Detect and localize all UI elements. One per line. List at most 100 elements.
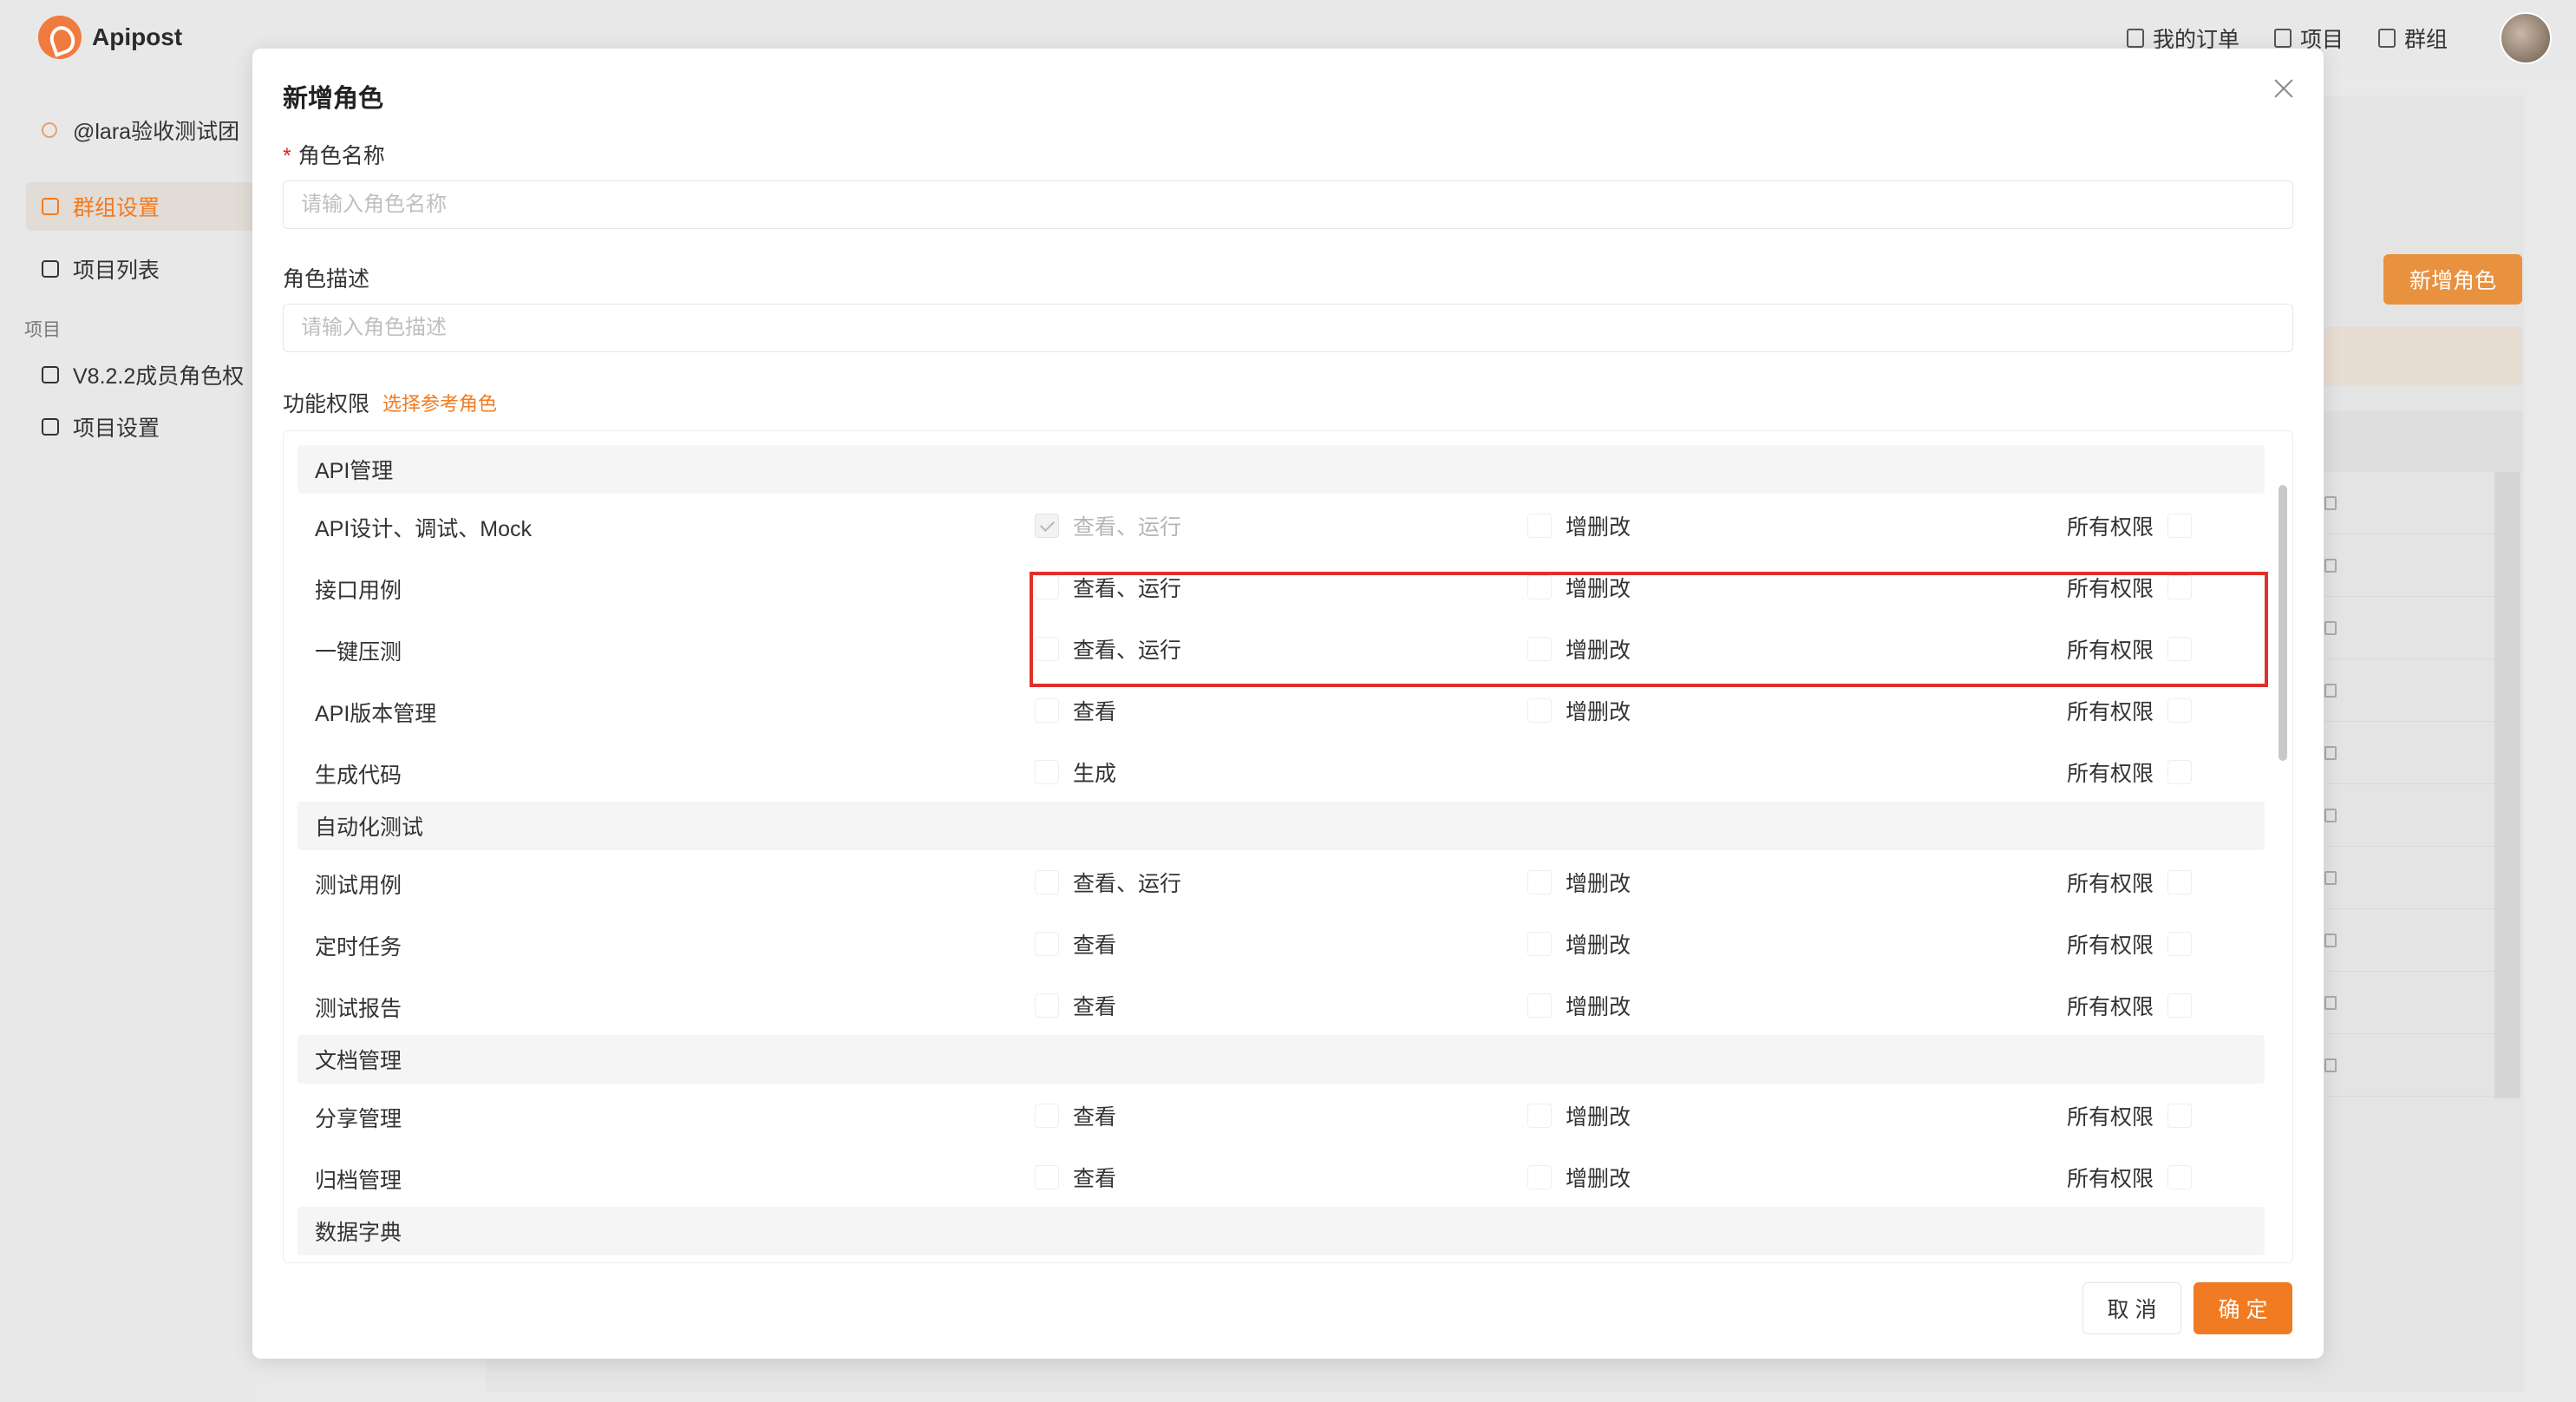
new-role-dialog: 新增角色 *角色名称 角色描述 功能权限 选择参考角色 API管理API设计、调…	[252, 49, 2324, 1359]
all-checkbox[interactable]	[2167, 760, 2193, 784]
edit-checkbox[interactable]	[1527, 698, 1552, 723]
settings-box-icon	[42, 418, 59, 436]
trash-icon[interactable]	[2324, 684, 2337, 698]
permission-view-option[interactable]: 生成	[1035, 757, 1116, 788]
permission-edit-option[interactable]: 增删改	[1527, 695, 1631, 726]
role-desc-label: 角色描述	[283, 267, 370, 292]
roles-table-scrollbar[interactable]	[2494, 472, 2520, 1098]
permission-view-option[interactable]: 查看	[1035, 990, 1116, 1021]
permission-all-option[interactable]: 所有权限	[2067, 1100, 2193, 1131]
trash-icon[interactable]	[2324, 1058, 2337, 1072]
view-checkbox[interactable]	[1035, 870, 1059, 894]
permission-edit-option[interactable]: 增删改	[1527, 928, 1631, 960]
view-checkbox[interactable]	[1035, 698, 1059, 723]
all-checkbox[interactable]	[2167, 932, 2193, 956]
select-reference-role-link[interactable]: 选择参考角色	[382, 389, 497, 416]
edit-checkbox[interactable]	[1527, 1165, 1552, 1189]
edit-checkbox[interactable]	[1527, 932, 1552, 956]
permission-edit-option[interactable]: 增删改	[1527, 990, 1631, 1021]
layers-icon	[2273, 29, 2292, 48]
view-option-label: 查看	[1073, 700, 1117, 724]
edit-option-label: 增删改	[1566, 515, 1631, 540]
all-checkbox[interactable]	[2167, 993, 2193, 1018]
view-checkbox[interactable]	[1035, 1104, 1059, 1128]
edit-checkbox[interactable]	[1527, 870, 1552, 894]
close-icon[interactable]	[2266, 71, 2301, 106]
team-switcher[interactable]: @lara验收测试团	[42, 115, 239, 146]
permission-view-option[interactable]: 查看	[1035, 928, 1116, 960]
permission-all-option[interactable]: 所有权限	[2067, 1162, 2193, 1193]
view-checkbox[interactable]	[1035, 1165, 1059, 1189]
trash-icon[interactable]	[2324, 559, 2337, 573]
trash-icon[interactable]	[2324, 496, 2337, 510]
sidebar-item-project[interactable]: V8.2.2成员角色权	[26, 350, 253, 399]
permissions-list: API管理 API设计、调试、Mock 查看、运行 增删改 所有权限 接口用例 查…	[297, 445, 2265, 1255]
view-checkbox[interactable]	[1035, 932, 1059, 956]
table-row	[2324, 1034, 2494, 1097]
permission-all-option[interactable]: 所有权限	[2067, 695, 2193, 726]
permission-view-option[interactable]: 查看	[1035, 695, 1116, 726]
permissions-table: API管理 API设计、调试、Mock 查看、运行 增删改 所有权限 接口用例 查…	[283, 430, 2293, 1263]
permission-edit-option[interactable]: 增删改	[1527, 867, 1631, 898]
sidebar-item-group-settings[interactable]: 群组设置	[26, 182, 253, 231]
permissions-scrollbar[interactable]	[2279, 485, 2287, 761]
trash-icon[interactable]	[2324, 871, 2337, 885]
view-checkbox[interactable]	[1035, 993, 1059, 1018]
roles-table-header	[2324, 411, 2522, 472]
permission-all-option[interactable]: 所有权限	[2067, 510, 2193, 541]
view-checkbox[interactable]	[1035, 760, 1059, 784]
role-desc-input[interactable]	[283, 304, 2293, 352]
role-name-label: * 角色名称	[283, 139, 385, 170]
table-row	[2324, 972, 2494, 1034]
all-checkbox[interactable]	[2167, 870, 2193, 894]
cancel-button[interactable]: 取 消	[2082, 1282, 2181, 1334]
permission-view-option[interactable]: 查看、运行	[1035, 867, 1181, 898]
confirm-button[interactable]: 确 定	[2194, 1282, 2292, 1334]
view-checkbox[interactable]	[1035, 514, 1059, 538]
permission-edit-option[interactable]: 增删改	[1527, 1100, 1631, 1131]
edit-option-label: 增删改	[1566, 700, 1631, 724]
permissions-label: 功能权限	[283, 392, 370, 416]
permission-view-option[interactable]: 查看	[1035, 1100, 1116, 1131]
permission-row-label: API设计、调试、Mock	[315, 517, 533, 541]
edit-checkbox[interactable]	[1527, 1104, 1552, 1128]
new-role-button[interactable]: 新增角色	[2383, 254, 2522, 305]
user-avatar[interactable]	[2500, 12, 2552, 64]
trash-icon[interactable]	[2324, 621, 2337, 635]
permission-edit-option[interactable]: 增删改	[1527, 510, 1631, 541]
permission-all-option[interactable]: 所有权限	[2067, 990, 2193, 1021]
all-checkbox[interactable]	[2167, 1165, 2193, 1189]
sidebar-item-project-list[interactable]: 项目列表	[26, 245, 253, 293]
edit-checkbox[interactable]	[1527, 514, 1552, 538]
role-name-input[interactable]	[283, 180, 2293, 229]
all-checkbox[interactable]	[2167, 1104, 2193, 1128]
trash-icon[interactable]	[2324, 934, 2337, 947]
dialog-title: 新增角色	[283, 85, 384, 113]
layers-icon	[42, 366, 59, 383]
permission-view-option[interactable]: 查看、运行	[1035, 510, 1181, 541]
permission-all-option[interactable]: 所有权限	[2067, 757, 2193, 788]
permission-edit-option[interactable]: 增删改	[1527, 1162, 1631, 1193]
all-checkbox[interactable]	[2167, 514, 2193, 538]
sidebar-item-project-settings[interactable]: 项目设置	[26, 403, 253, 451]
trash-icon[interactable]	[2324, 746, 2337, 760]
edit-option-label: 增删改	[1566, 1167, 1631, 1191]
permission-row-label: 定时任务	[315, 935, 402, 960]
table-row	[2324, 597, 2494, 659]
permission-row: API设计、调试、Mock 查看、运行 增删改 所有权限	[297, 494, 2265, 555]
sidebar-item-label: 项目设置	[73, 416, 160, 441]
nav-groups[interactable]: 群组	[2377, 23, 2448, 54]
sidebar-section-label: 项目	[24, 320, 61, 340]
permission-all-option[interactable]: 所有权限	[2067, 928, 2193, 960]
all-checkbox[interactable]	[2167, 698, 2193, 723]
table-row	[2324, 472, 2494, 534]
table-row	[2324, 909, 2494, 972]
trash-icon[interactable]	[2324, 809, 2337, 822]
app-logo[interactable]: Apipost	[38, 16, 182, 59]
permission-row: API版本管理 查看 增删改 所有权限	[297, 678, 2265, 740]
permission-all-option[interactable]: 所有权限	[2067, 867, 2193, 898]
trash-icon[interactable]	[2324, 996, 2337, 1010]
permission-view-option[interactable]: 查看	[1035, 1162, 1116, 1193]
edit-checkbox[interactable]	[1527, 993, 1552, 1018]
table-row	[2324, 784, 2494, 847]
